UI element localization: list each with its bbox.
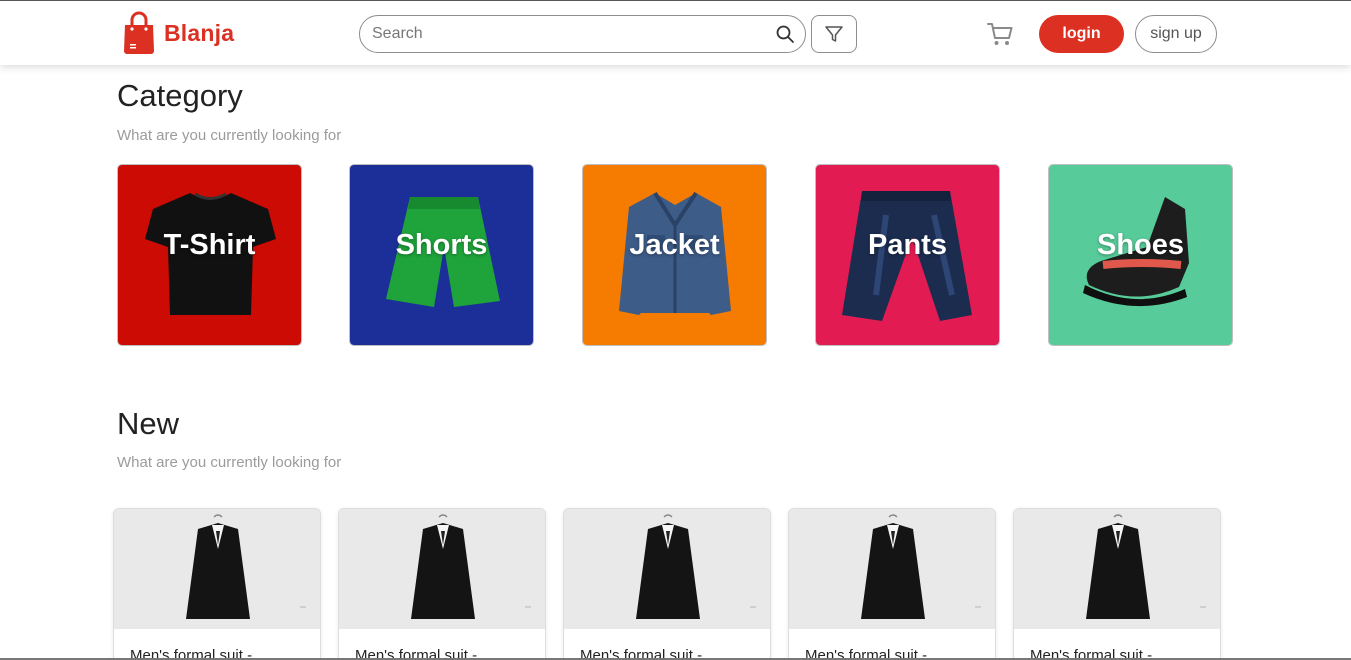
- new-subtitle: What are you currently looking for: [117, 454, 342, 471]
- category-title: Category: [117, 78, 243, 113]
- filter-icon: [825, 26, 843, 42]
- product-card[interactable]: Men's formal suit -: [788, 508, 996, 660]
- category-card-shorts[interactable]: Shorts: [349, 164, 534, 346]
- product-image: [564, 509, 770, 629]
- suit-image: [789, 509, 995, 629]
- filter-button[interactable]: [811, 15, 857, 53]
- navbar: Blanja login sign up: [0, 0, 1351, 65]
- category-label: Jacket: [629, 229, 720, 261]
- signup-button[interactable]: sign up: [1135, 15, 1217, 53]
- product-image: [114, 509, 320, 629]
- suit-image: [564, 509, 770, 629]
- shopping-bag-icon: [124, 11, 154, 54]
- login-button[interactable]: login: [1039, 15, 1124, 53]
- product-card[interactable]: Men's formal suit -: [338, 508, 546, 660]
- search-input[interactable]: [372, 22, 762, 46]
- suit-image: [339, 509, 545, 629]
- category-card-pants[interactable]: Pants: [815, 164, 1000, 346]
- product-card[interactable]: Men's formal suit -: [563, 508, 771, 660]
- new-title: New: [117, 406, 180, 441]
- search-bar: [359, 15, 806, 53]
- product-card[interactable]: Men's formal suit -: [113, 508, 321, 660]
- category-card-jacket[interactable]: Jacket: [582, 164, 767, 346]
- category-subtitle: What are you currently looking for: [117, 127, 342, 144]
- product-image: [789, 509, 995, 629]
- category-label: Shoes: [1096, 229, 1185, 261]
- category-card-shoes[interactable]: Shoes: [1048, 164, 1233, 346]
- brand-logo[interactable]: Blanja: [122, 11, 234, 55]
- cart-icon[interactable]: [986, 20, 1014, 48]
- search-icon[interactable]: [775, 24, 795, 44]
- category-label: T-Shirt: [163, 229, 256, 261]
- product-image: [339, 509, 545, 629]
- product-image: [1014, 509, 1220, 629]
- product-card[interactable]: Men's formal suit -: [1013, 508, 1221, 660]
- category-label: Pants: [868, 229, 947, 261]
- brand-name: Blanja: [164, 19, 235, 46]
- category-card-tshirt[interactable]: T-Shirt: [117, 164, 302, 346]
- suit-image: [1014, 509, 1220, 629]
- category-label: Shorts: [395, 229, 488, 261]
- suit-image: [114, 509, 320, 629]
